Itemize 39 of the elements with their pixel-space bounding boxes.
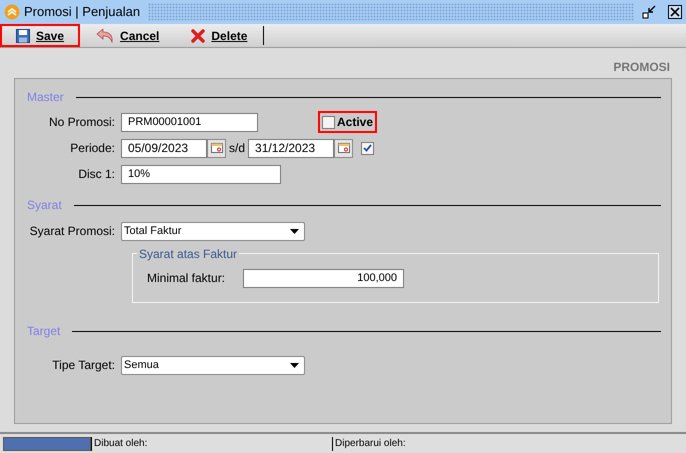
toolbar-button[interactable]: Save xyxy=(0,24,80,47)
checkbox[interactable] xyxy=(361,142,374,154)
field-label: Disc 1: xyxy=(77,166,116,183)
checkbox[interactable] xyxy=(322,116,335,128)
section-heading: Syarat xyxy=(27,197,62,214)
calendar-icon xyxy=(210,143,222,153)
dropdown[interactable]: Semua xyxy=(121,356,305,374)
undo-arrow-icon xyxy=(96,28,114,42)
window-title: Promosi | Penjualan xyxy=(24,3,140,22)
close-icon[interactable] xyxy=(668,5,682,19)
restore-icon[interactable] xyxy=(642,5,656,19)
date-separator: s/d xyxy=(228,140,246,157)
text-field[interactable]: 31/12/2023 xyxy=(248,138,334,158)
field-label: No Promosi: xyxy=(48,114,116,131)
calendar-button[interactable] xyxy=(207,138,226,158)
field-label: Tipe Target: xyxy=(51,357,116,374)
form-title: PROMOSI xyxy=(613,59,670,76)
text-field[interactable]: 100,000 xyxy=(243,268,404,288)
text-field[interactable]: PRM00001001 xyxy=(121,112,258,132)
section-heading: Target xyxy=(27,323,60,340)
dropdown-arrow-icon xyxy=(290,362,299,368)
app-logo-icon xyxy=(4,4,20,20)
checkbox-label: Active xyxy=(337,114,374,131)
field-label: Syarat Promosi: xyxy=(28,223,116,240)
calendar-button[interactable] xyxy=(334,138,354,158)
dropdown-arrow-icon xyxy=(290,228,299,234)
calendar-icon xyxy=(338,143,350,153)
field-label: Periode: xyxy=(69,140,116,157)
status-text: Diperbarui oleh: xyxy=(332,436,686,450)
check-icon xyxy=(363,144,372,152)
text-field[interactable]: 10% xyxy=(121,164,281,184)
section-heading: Master xyxy=(27,89,64,106)
toolbar-button[interactable]: Cancel xyxy=(80,24,176,47)
dropdown[interactable]: Total Faktur xyxy=(121,222,305,240)
text-field[interactable]: 05/09/2023 xyxy=(121,138,207,158)
delete-cross-icon xyxy=(191,28,206,42)
field-label: Minimal faktur: xyxy=(146,270,226,287)
status-text: Dibuat oleh: xyxy=(91,436,332,450)
toolbar-button[interactable]: Delete xyxy=(175,24,264,47)
